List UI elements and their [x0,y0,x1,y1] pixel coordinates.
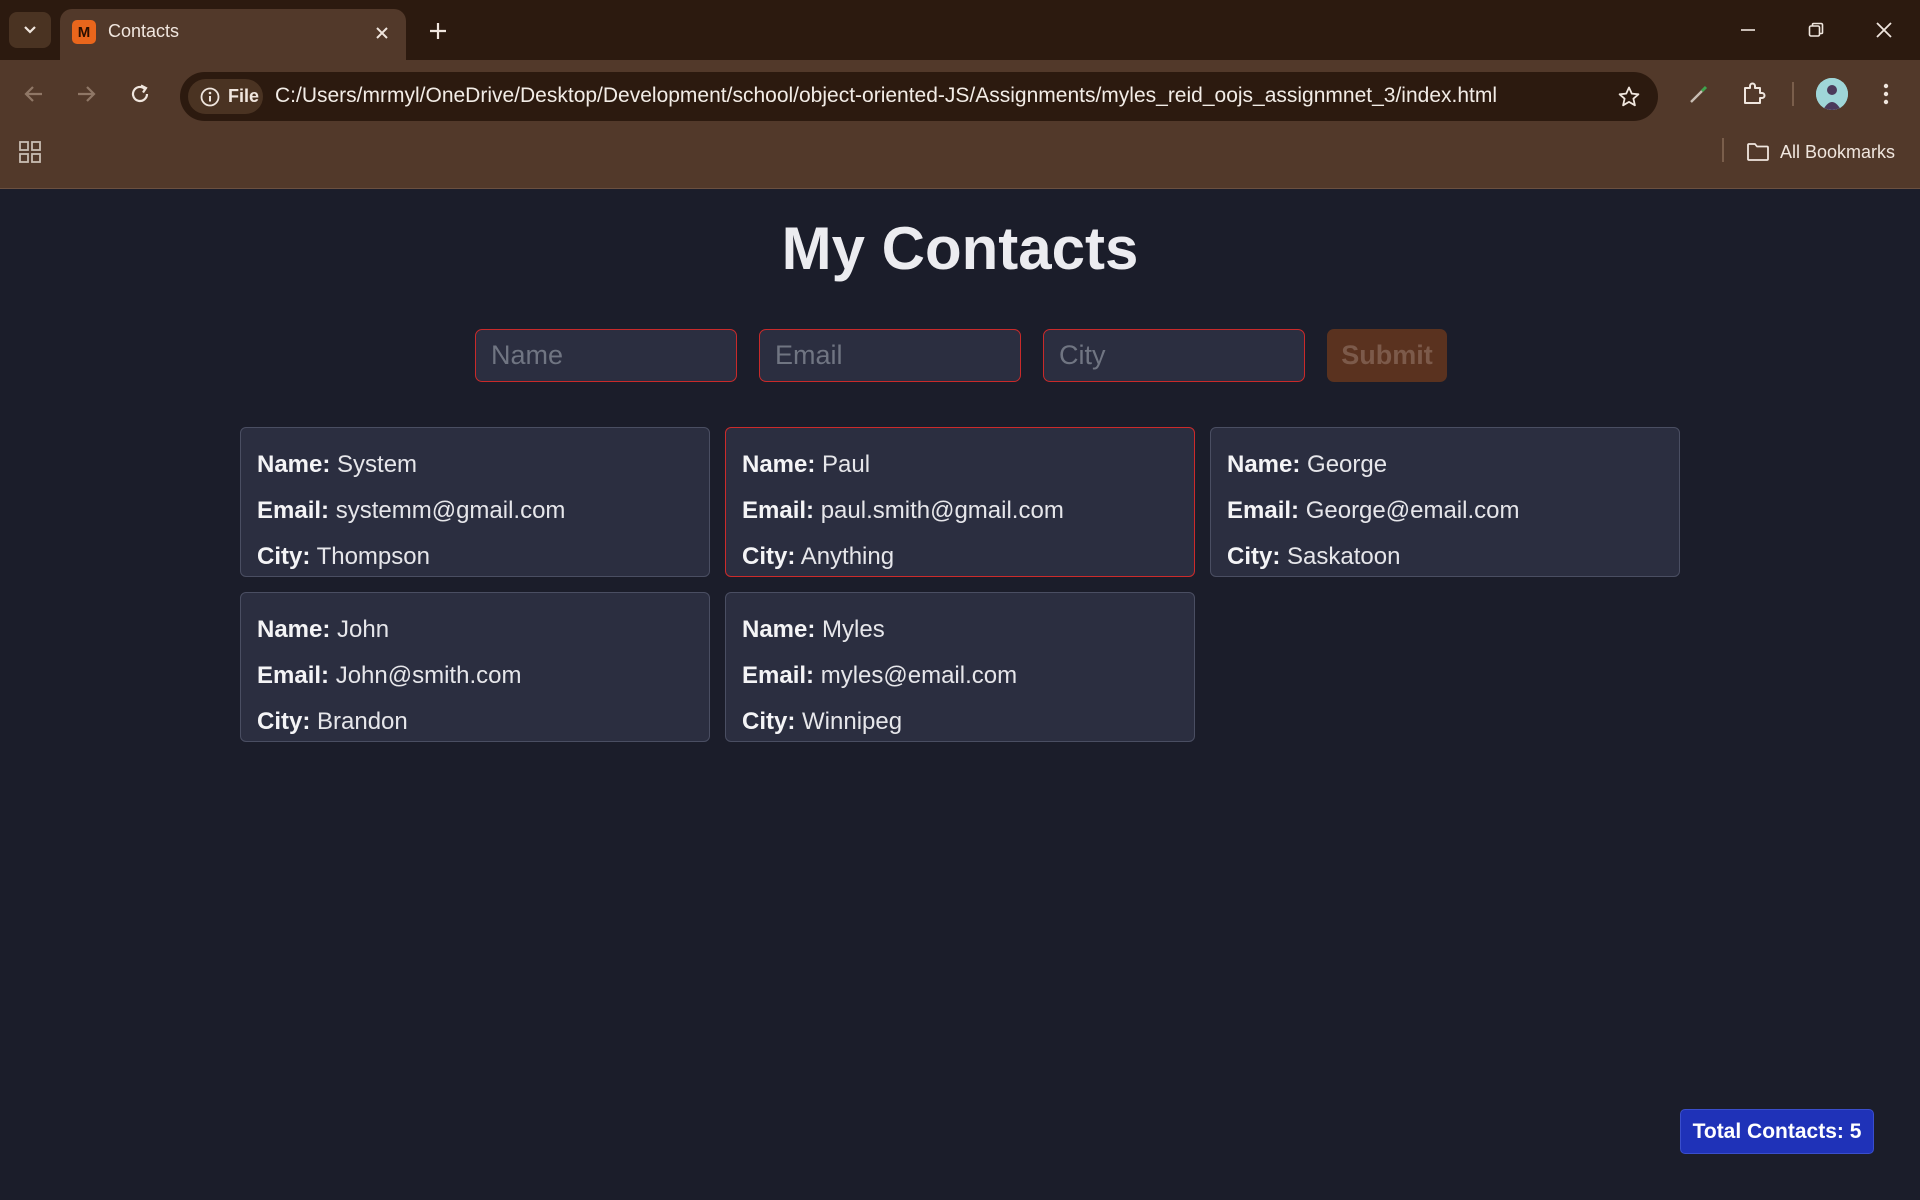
arrow-right-icon [78,86,96,102]
contact-email: George@email.com [1305,497,1520,524]
contact-name: Myles [822,616,885,643]
contact-email: paul.smith@gmail.com [820,497,1064,524]
restore-button[interactable] [1792,10,1840,50]
eyedropper-extension-button[interactable] [1679,74,1719,114]
contact-email: John@smith.com [335,662,522,689]
city-label: City: [742,708,796,735]
star-icon [1618,86,1640,107]
tab-close-button[interactable] [370,21,394,45]
bookmark-star-button[interactable] [1614,82,1644,112]
contact-card[interactable]: Name: System Email: systemm@gmail.com Ci… [240,427,710,577]
city-label: City: [1227,543,1281,570]
new-tab-button[interactable] [421,14,455,48]
contact-card[interactable]: Name: George Email: George@email.com Cit… [1210,427,1680,577]
chevron-down-icon [24,26,36,34]
contact-card[interactable]: Name: John Email: John@smith.com City: B… [240,592,710,742]
submit-button[interactable]: Submit [1327,329,1447,382]
email-input[interactable] [759,329,1021,382]
eyedropper-icon [1690,85,1708,103]
more-vertical-icon [1883,83,1889,105]
minimize-button[interactable] [1724,10,1772,50]
arrow-left-icon [24,86,42,102]
contact-email: myles@email.com [820,662,1018,689]
page-title: My Contacts [781,215,1139,282]
name-label: Name: [742,451,816,478]
site-chip-label: File [228,86,260,106]
contact-city: Saskatoon [1287,543,1401,570]
info-icon [200,87,220,106]
profile-avatar[interactable] [1816,78,1848,110]
browser-toolbar: File C:/Users/mrmyl/OneDrive/Desktop/Dev… [0,60,1920,189]
contact-card-highlighted[interactable]: Name: Paul Email: paul.smith@gmail.com C… [725,427,1195,577]
city-label: City: [257,543,311,570]
forward-button[interactable] [66,74,106,114]
city-label: City: [257,708,311,735]
apps-button[interactable] [14,136,46,168]
tab-search-button[interactable] [9,12,51,48]
name-label: Name: [742,616,816,643]
contact-city: Winnipeg [802,708,903,735]
close-icon [376,27,388,39]
contact-name: George [1307,451,1388,478]
close-icon [1876,22,1892,38]
name-label: Name: [1227,451,1301,478]
total-contacts-badge: Total Contacts: 5 [1680,1109,1874,1154]
favicon-icon: M [72,20,96,44]
contact-form: Submit [475,329,1447,382]
contact-email: systemm@gmail.com [335,497,566,524]
url-text[interactable]: C:/Users/mrmyl/OneDrive/Desktop/Developm… [275,84,1497,108]
contact-card[interactable]: Name: Myles Email: myles@email.com City:… [725,592,1195,742]
minimize-icon [1741,29,1755,31]
contact-city: Thompson [316,543,430,570]
profile-icon [1816,78,1848,110]
name-label: Name: [257,616,331,643]
contact-name: System [337,451,418,478]
contact-name: Paul [822,451,871,478]
toolbar-divider [1792,82,1794,106]
close-window-button[interactable] [1860,10,1908,50]
apps-grid-icon [19,141,41,163]
plus-icon [430,23,446,39]
restore-icon [1808,22,1824,37]
email-label: Email: [742,662,815,689]
tab-contacts[interactable]: M Contacts [60,9,406,60]
tab-title: Contacts [108,21,180,41]
email-label: Email: [257,497,330,524]
reload-button[interactable] [120,74,160,114]
contacts-grid: Name: System Email: systemm@gmail.com Ci… [240,427,1680,742]
site-info-chip[interactable]: File [188,79,263,114]
name-label: Name: [257,451,331,478]
name-input[interactable] [475,329,737,382]
address-bar[interactable]: File C:/Users/mrmyl/OneDrive/Desktop/Dev… [180,72,1658,121]
email-label: Email: [1227,497,1300,524]
menu-button[interactable] [1866,74,1906,114]
all-bookmarks-label: All Bookmarks [1780,141,1896,162]
bookmarks-divider [1722,138,1724,162]
city-label: City: [742,543,796,570]
all-bookmarks-button[interactable]: All Bookmarks [1746,136,1895,168]
reload-icon [131,84,149,103]
email-label: Email: [742,497,815,524]
extensions-button[interactable] [1733,74,1773,114]
contact-city: Brandon [317,708,408,735]
folder-icon [1747,143,1769,161]
city-input[interactable] [1043,329,1305,382]
contact-name: John [337,616,390,643]
back-button[interactable] [14,74,54,114]
contact-city: Anything [800,543,895,570]
email-label: Email: [257,662,330,689]
puzzle-icon [1744,82,1766,104]
tab-strip: M Contacts [0,0,1920,60]
